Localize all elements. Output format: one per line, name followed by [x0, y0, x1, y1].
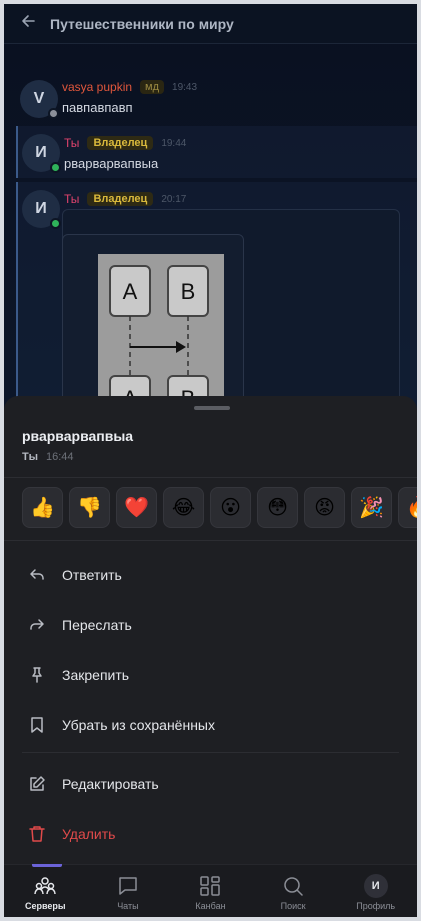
unsave-action[interactable]: Убрать из сохранённых [4, 705, 417, 745]
emoji: 😡 [314, 497, 335, 519]
pin-action[interactable]: Закрепить [4, 655, 417, 695]
diagram-image[interactable]: A B A B [98, 254, 224, 427]
avatar[interactable]: И [22, 134, 61, 173]
emoji: 😳 [267, 497, 288, 519]
sheet-author: Ты [22, 451, 38, 463]
status-dot [48, 108, 59, 119]
tab-profile[interactable]: И Профиль [334, 865, 417, 917]
avatar[interactable]: V [20, 80, 59, 119]
bookmark-icon [31, 717, 43, 733]
pin-label: Закрепить [62, 667, 130, 683]
reaction-joy[interactable]: 😂 [163, 487, 204, 528]
reply-icon [30, 569, 44, 580]
emoji: 👍 [30, 497, 55, 519]
sheet-message-text: рварварвапвыа [22, 428, 134, 444]
message-item[interactable]: V vasya pupkin мд 19:43 павпавпавп [4, 72, 417, 122]
message-time: 19:44 [161, 137, 187, 149]
bottom-tab-bar: Серверы Чаты Канбан Поиск И Профиль [4, 864, 417, 917]
app-screen: Путешественники по миру V vasya pupkin м… [4, 4, 417, 917]
message-meta: vasya pupkin мд 19:43 [62, 80, 197, 94]
chat-bubble-icon [119, 877, 137, 895]
reaction-bar: 👍 👎 ❤️ 😂 😮 😳 😡 🎉 🔥 [22, 487, 417, 528]
reaction-thumbs-down[interactable]: 👎 [69, 487, 110, 528]
search-icon [284, 877, 303, 896]
message-author[interactable]: vasya pupkin [62, 80, 132, 94]
reaction-party[interactable]: 🎉 [351, 487, 392, 528]
avatar-letter: V [33, 90, 45, 107]
message-text: павпавпавп [62, 100, 133, 115]
status-dot [50, 162, 61, 173]
message-text: рварварвапвыа [64, 156, 159, 171]
emoji: 🔥 [406, 495, 417, 520]
edit-label: Редактировать [62, 776, 159, 792]
tab-servers-label: Серверы [24, 901, 66, 911]
trash-icon [29, 826, 45, 842]
emoji: 🎉 [359, 497, 384, 519]
pin-icon [32, 667, 42, 683]
reaction-open-mouth[interactable]: 😮 [210, 487, 251, 528]
role-badge: Владелец [87, 136, 154, 150]
tab-profile-label: Профиль [356, 901, 396, 911]
reaction-fire[interactable]: 🔥 [398, 487, 417, 528]
message-time: 20:17 [161, 193, 187, 205]
divider [22, 752, 399, 753]
tab-chats[interactable]: Чаты [87, 865, 170, 917]
reaction-heart[interactable]: ❤️ [116, 487, 157, 528]
unsave-label: Убрать из сохранённых [62, 717, 215, 733]
reaction-flushed[interactable]: 😳 [257, 487, 298, 528]
tab-search[interactable]: Поиск [252, 865, 335, 917]
sheet-drag-handle[interactable] [194, 406, 230, 410]
emoji: ❤️ [124, 497, 149, 519]
forward-action[interactable]: Переслать [4, 605, 417, 645]
message-meta: Ты Владелец 20:17 [64, 192, 186, 206]
divider [4, 540, 417, 541]
tab-search-label: Поиск [280, 901, 306, 911]
tab-kanban[interactable]: Канбан [169, 865, 252, 917]
emoji: 😂 [171, 497, 196, 519]
diagram-label: B [181, 279, 196, 304]
divider [4, 477, 417, 478]
delete-label: Удалить [62, 826, 116, 842]
avatar[interactable]: И [22, 190, 61, 229]
chat-header: Путешественники по миру [4, 4, 417, 44]
forward-icon [30, 619, 44, 630]
reaction-thumbs-up[interactable]: 👍 [22, 487, 63, 528]
sheet-time: 16:44 [45, 451, 74, 463]
role-badge: мд [140, 80, 165, 94]
edit-action[interactable]: Редактировать [4, 764, 417, 804]
message-author[interactable]: Ты [64, 192, 79, 206]
message-actions-sheet: рварварвапвыа Ты 16:44 👍 👎 ❤️ 😂 😮 😳 😡 🎉 … [4, 396, 417, 864]
avatar-letter: И [35, 200, 47, 217]
message-meta: Ты Владелец 19:44 [64, 136, 186, 150]
avatar-letter: И [35, 144, 47, 161]
message-item[interactable]: И Ты Владелец 19:44 рварварвапвыа [16, 126, 417, 178]
reaction-angry[interactable]: 😡 [304, 487, 345, 528]
forward-label: Переслать [62, 617, 132, 633]
emoji: 👎 [77, 497, 102, 519]
profile-avatar: И [363, 874, 388, 898]
servers-icon [34, 877, 57, 895]
sheet-message-meta: Ты 16:44 [22, 451, 74, 463]
reply-action[interactable]: Ответить [4, 555, 417, 595]
delete-action[interactable]: Удалить [4, 814, 417, 854]
status-dot [50, 218, 61, 229]
edit-icon [30, 776, 45, 791]
tab-chats-label: Чаты [117, 901, 139, 911]
reply-label: Ответить [62, 567, 122, 583]
arrow-head [176, 341, 186, 353]
tab-servers[interactable]: Серверы [4, 864, 87, 917]
emoji: 😮 [220, 497, 241, 519]
tab-kanban-label: Канбан [195, 901, 226, 911]
message-time: 19:43 [172, 81, 198, 93]
back-arrow-icon[interactable] [20, 13, 38, 34]
diagram-label: A [123, 279, 138, 304]
role-badge: Владелец [87, 192, 154, 206]
channel-title: Путешественники по миру [50, 15, 234, 32]
message-author[interactable]: Ты [64, 136, 79, 150]
kanban-grid-icon [200, 876, 221, 896]
